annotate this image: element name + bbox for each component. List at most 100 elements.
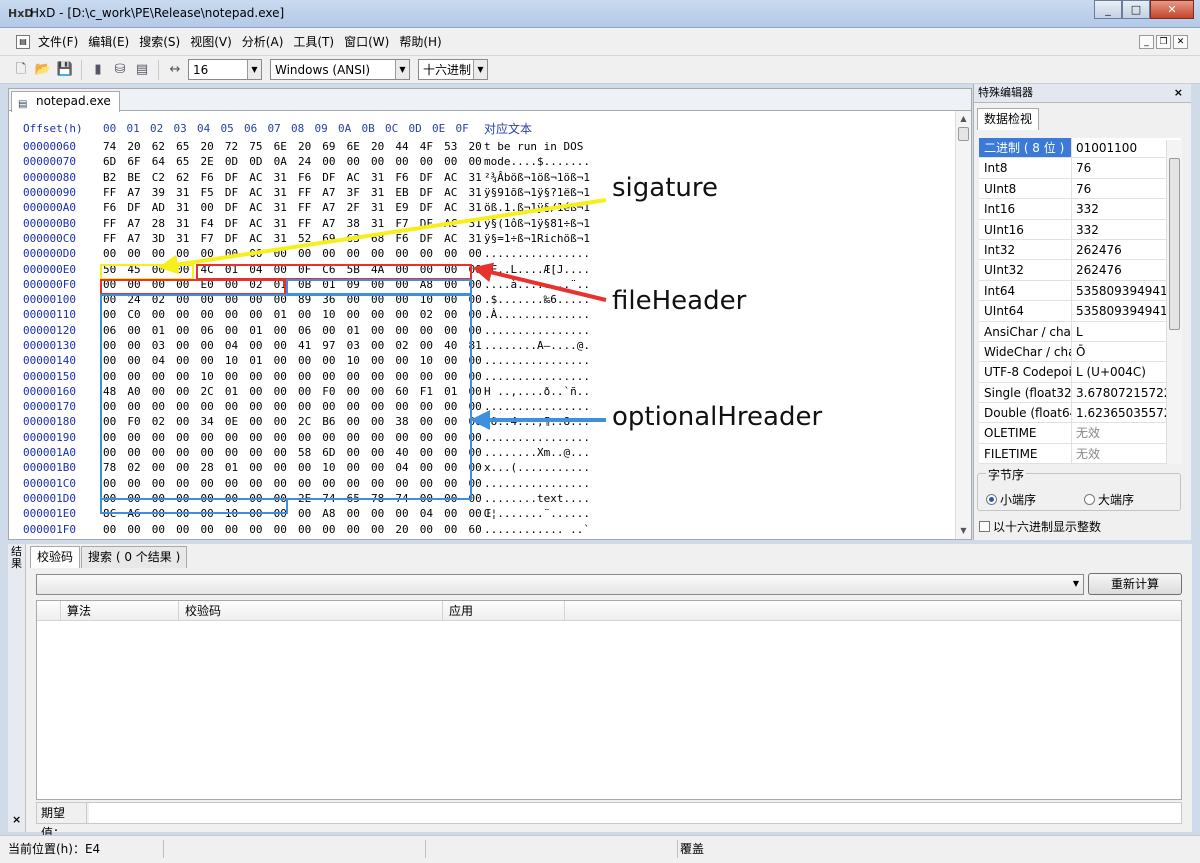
hex-row[interactable]: 000000F0 00 00 00 00 E0 00 02 01 0B 01 09… — [23, 277, 609, 292]
little-endian-radio[interactable]: 小端序 — [986, 491, 1036, 508]
row-text[interactable]: .$.......‰6..... — [479, 293, 609, 306]
row-bytes[interactable]: 50 45 00 00 4C 01 04 00 0F C6 5B 4A 00 0… — [103, 263, 482, 276]
row-text[interactable]: ................ — [479, 370, 609, 383]
ram-icon[interactable]: ▮ — [89, 61, 107, 79]
disk-icon[interactable]: ⛁ — [111, 61, 129, 79]
row-text[interactable]: ÿ§91õß¬1ÿ§?1ëß¬1 — [479, 186, 609, 199]
row-text[interactable]: öß.1.ß¬1ÿ§/1éß¬1 — [479, 201, 609, 214]
inspector-scrollbar[interactable] — [1166, 140, 1182, 464]
mdi-close-icon[interactable]: ✕ — [1173, 35, 1188, 49]
hex-row[interactable]: 000001D0 00 00 00 00 00 00 00 00 2E 74 65… — [23, 491, 609, 506]
scroll-up-icon[interactable]: ▲ — [956, 111, 971, 127]
chevron-down-icon[interactable]: ▼ — [395, 60, 409, 79]
hex-row[interactable]: 000001F0 00 00 00 00 00 00 00 00 00 00 00… — [23, 521, 609, 536]
menu-help[interactable]: 帮助(H) — [399, 33, 441, 50]
menu-view[interactable]: 视图(V) — [190, 33, 232, 50]
row-bytes[interactable]: 00 00 00 00 00 00 00 00 00 00 00 00 00 0… — [103, 247, 482, 260]
menu-edit[interactable]: 编辑(E) — [88, 33, 129, 50]
bytes-per-row-select[interactable]: 16 ▼ — [188, 59, 262, 80]
row-text[interactable]: ....à........¨.. — [479, 278, 609, 291]
row-text[interactable]: t be run in DOS — [479, 140, 609, 153]
inspector-row[interactable]: OLETIME 无效 — [979, 423, 1181, 444]
save-icon[interactable]: 💾 — [56, 61, 74, 79]
inspector-row[interactable]: WideChar / cha Ō — [979, 341, 1181, 363]
offset-base-select[interactable]: 十六进制 ▼ — [418, 59, 488, 80]
row-bytes[interactable]: 00 00 00 00 00 00 00 00 58 6D 00 00 40 0… — [103, 446, 482, 459]
algorithm-select[interactable]: ▼ — [36, 574, 1084, 595]
row-text[interactable]: ................ — [479, 324, 609, 337]
row-bytes[interactable]: 00 00 00 00 00 00 00 00 00 00 00 00 00 0… — [103, 477, 482, 490]
inspector-value[interactable]: 无效 — [1072, 423, 1181, 442]
hex-row[interactable]: 00000130 00 00 03 00 00 04 00 00 41 97 03… — [23, 338, 609, 353]
row-bytes[interactable]: 00 C0 00 00 00 00 00 01 00 10 00 00 00 0… — [103, 308, 482, 321]
column-algorithm[interactable]: 算法 — [61, 601, 179, 620]
close-icon[interactable]: × — [12, 813, 21, 826]
row-text[interactable]: H ..,....ð..`ñ.. — [479, 385, 609, 398]
row-bytes[interactable]: FF A7 28 31 F4 DF AC 31 FF A7 38 31 F7 D… — [103, 217, 482, 230]
inspector-value[interactable]: 262476 — [1072, 240, 1181, 259]
inspector-value[interactable]: 76 — [1072, 179, 1181, 198]
inspector-row[interactable]: UInt64 5358093949414 — [979, 301, 1181, 322]
row-bytes[interactable]: 00 24 02 00 00 00 00 00 89 36 00 00 00 1… — [103, 293, 482, 306]
checksum-table[interactable]: 算法 校验码 应用 — [36, 600, 1182, 800]
tab-checksum[interactable]: 校验码 — [30, 546, 81, 568]
inspector-row[interactable]: 二进制 ( 8 位 ) 01001100 — [979, 138, 1181, 159]
maximize-button[interactable]: □ — [1122, 0, 1150, 19]
column-checksum[interactable]: 校验码 — [179, 601, 443, 620]
menu-search[interactable]: 搜索(S) — [139, 33, 180, 50]
row-bytes[interactable]: 00 00 00 00 00 00 00 00 00 00 00 00 20 0… — [103, 523, 482, 536]
inspector-value[interactable]: L — [1072, 322, 1181, 341]
row-bytes[interactable]: 06 00 01 00 06 00 01 00 06 00 01 00 00 0… — [103, 324, 482, 337]
inspector-row[interactable]: AnsiChar / char L — [979, 321, 1181, 342]
scroll-thumb[interactable] — [958, 127, 969, 141]
inspector-value[interactable]: 3.67807215722 — [1072, 383, 1181, 402]
row-bytes[interactable]: 8C A6 00 00 00 10 00 00 00 A8 00 00 00 0… — [103, 507, 482, 520]
row-text[interactable]: Œ¦.......¨...... — [479, 507, 609, 520]
row-text[interactable]: ................ — [479, 477, 609, 490]
inspector-row[interactable]: UInt8 76 — [979, 178, 1181, 200]
row-bytes[interactable]: FF A7 39 31 F5 DF AC 31 FF A7 3F 31 EB D… — [103, 186, 482, 199]
hex-row[interactable]: 00000190 00 00 00 00 00 00 00 00 00 00 00… — [23, 430, 609, 445]
row-bytes[interactable]: 00 00 00 00 10 00 00 00 00 00 00 00 00 0… — [103, 370, 482, 383]
inspector-value[interactable]: 无效 — [1072, 444, 1181, 463]
hex-view[interactable]: Offset(h) 00 01 02 03 04 05 06 07 08 09 0A 0B 0C 0D 0E… — [23, 117, 609, 537]
row-bytes[interactable]: B2 BE C2 62 F6 DF AC 31 F6 DF AC 31 F6 D… — [103, 171, 482, 184]
inspector-value[interactable]: 76 — [1072, 158, 1181, 177]
row-text[interactable]: ................ — [479, 354, 609, 367]
row-bytes[interactable]: 00 00 03 00 00 04 00 00 41 97 03 00 02 0… — [103, 339, 482, 352]
row-text[interactable]: ÿ§(1ôß¬1ÿ§81÷ß¬1 — [479, 217, 609, 230]
hex-row[interactable]: 000001C0 00 00 00 00 00 00 00 00 00 00 00… — [23, 476, 609, 491]
hex-row[interactable]: 000000D0 00 00 00 00 00 00 00 00 00 00 00… — [23, 246, 609, 261]
row-text[interactable]: ........Xm..@... — [479, 446, 609, 459]
row-bytes[interactable]: F6 DF AD 31 00 DF AC 31 FF A7 2F 31 E9 D… — [103, 201, 482, 214]
hex-row[interactable]: 00000120 06 00 01 00 06 00 01 00 06 00 01… — [23, 323, 609, 338]
tab-search-results[interactable]: 搜索 ( 0 个结果 ) — [81, 546, 188, 568]
new-file-icon[interactable]: 🗋 — [12, 61, 30, 79]
chevron-down-icon[interactable]: ▼ — [1073, 579, 1079, 588]
data-inspector-tab[interactable]: 数据检视 — [977, 108, 1040, 130]
row-text[interactable]: PE..L....Æ[J.... — [479, 263, 609, 276]
row-bytes[interactable]: 74 20 62 65 20 72 75 6E 20 69 6E 20 44 4… — [103, 140, 482, 153]
row-text[interactable]: .À.............. — [479, 308, 609, 321]
scroll-thumb[interactable] — [1169, 158, 1180, 330]
hex-row[interactable]: 00000080 B2 BE C2 62 F6 DF AC 31 F6 DF AC… — [23, 170, 609, 185]
row-text[interactable]: x...(........... — [479, 461, 609, 474]
hex-row[interactable]: 00000100 00 24 02 00 00 00 00 00 89 36 00… — [23, 292, 609, 307]
hex-row[interactable]: 000001E0 8C A6 00 00 00 10 00 00 00 A8 00… — [23, 506, 609, 521]
row-text[interactable]: ²¾Âböß¬1öß¬1öß¬1 — [479, 171, 609, 184]
chevron-down-icon[interactable]: ▼ — [473, 60, 487, 79]
row-bytes[interactable]: FF A7 3D 31 F7 DF AC 31 52 69 63 68 F6 D… — [103, 232, 482, 245]
hex-row[interactable]: 000001B0 78 02 00 00 28 01 00 00 00 10 00… — [23, 460, 609, 475]
hex-row[interactable]: 00000140 00 00 04 00 00 10 01 00 00 00 10… — [23, 353, 609, 368]
hex-scrollbar[interactable]: ▲ ▼ — [955, 111, 971, 539]
inspector-row[interactable]: UInt32 262476 — [979, 260, 1181, 281]
hex-row[interactable]: 00000150 00 00 00 00 10 00 00 00 00 00 00… — [23, 368, 609, 383]
menu-tools[interactable]: 工具(T) — [293, 33, 334, 50]
inspector-row[interactable]: Double (float64 1.62365035572 — [979, 403, 1181, 424]
row-text[interactable]: .ð..4...,¶..8... — [479, 415, 609, 428]
charset-select[interactable]: Windows (ANSI) ▼ — [270, 59, 410, 80]
hex-row[interactable]: 00000060 74 20 62 65 20 72 75 6E 20 69 6E… — [23, 139, 609, 154]
inspector-row[interactable]: UInt16 332 — [979, 219, 1181, 240]
row-text[interactable]: ................ — [479, 247, 609, 260]
close-button[interactable]: ✕ — [1150, 0, 1194, 19]
